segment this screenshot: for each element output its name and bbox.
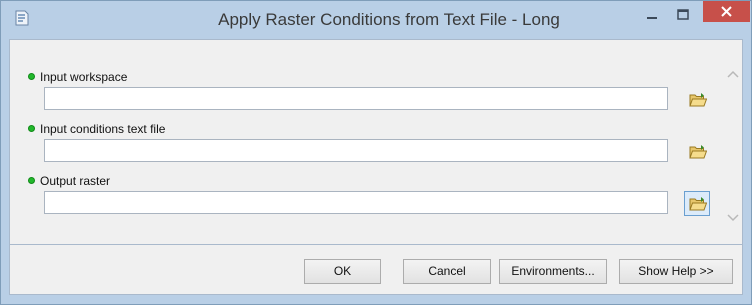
input-conditions-text-file-field[interactable]: [44, 139, 668, 162]
show-help-button[interactable]: Show Help >>: [619, 259, 733, 284]
chevron-down-icon: [727, 214, 739, 222]
maximize-icon: [677, 9, 689, 20]
scroll-down-button[interactable]: [726, 210, 740, 224]
required-indicator-icon: [28, 73, 35, 80]
ok-button[interactable]: OK: [304, 259, 381, 284]
scroll-up-button[interactable]: [726, 68, 740, 82]
param-label-output-raster: Output raster: [28, 173, 110, 189]
parameters-panel: Input workspace Input conditions text fi…: [9, 39, 743, 245]
param-label-input-workspace: Input workspace: [28, 69, 127, 85]
close-button[interactable]: [703, 1, 750, 22]
chevron-up-icon: [727, 70, 739, 78]
required-indicator-icon: [28, 125, 35, 132]
minimize-button[interactable]: [639, 5, 665, 25]
maximize-button[interactable]: [670, 5, 696, 25]
required-indicator-icon: [28, 177, 35, 184]
title-bar[interactable]: Apply Raster Conditions from Text File -…: [1, 1, 751, 39]
open-folder-icon: [689, 145, 707, 159]
open-folder-icon: [689, 197, 707, 211]
environments-button[interactable]: Environments...: [499, 259, 607, 284]
browse-output-raster-button[interactable]: [684, 191, 710, 216]
minimize-icon: [647, 17, 657, 19]
browse-input-conditions-text-file-button[interactable]: [684, 139, 710, 164]
dialog-footer: OK Cancel Environments... Show Help >>: [9, 245, 743, 295]
tool-dialog-window: Apply Raster Conditions from Text File -…: [0, 0, 752, 305]
browse-input-workspace-button[interactable]: [684, 87, 710, 112]
open-folder-icon: [689, 93, 707, 107]
input-workspace-field[interactable]: [44, 87, 668, 110]
cancel-button[interactable]: Cancel: [403, 259, 491, 284]
param-label-input-conditions-text-file: Input conditions text file: [28, 121, 165, 137]
close-icon: [721, 6, 732, 17]
output-raster-field[interactable]: [44, 191, 668, 214]
